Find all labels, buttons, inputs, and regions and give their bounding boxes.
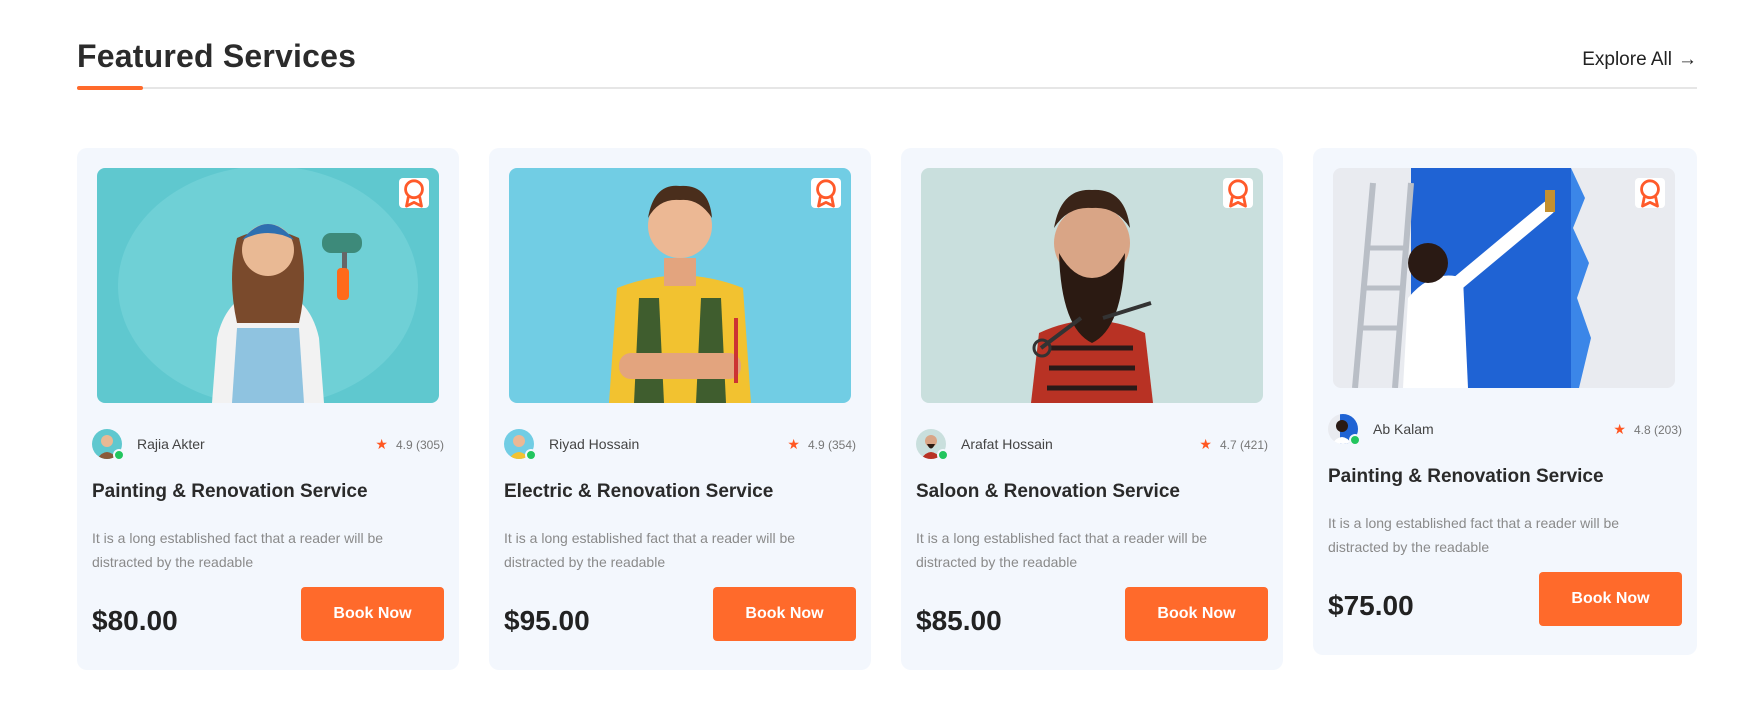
service-price: $75.00	[1328, 590, 1414, 621]
service-card[interactable]: Riyad Hossain ★ 4.9 (354) Electric & Reno…	[489, 148, 871, 670]
bookmark-button[interactable]	[811, 178, 841, 208]
badge-icon	[1640, 179, 1660, 208]
rating: ★ 4.7 (421)	[1199, 436, 1268, 453]
card-meta: Riyad Hossain ★ 4.9 (354)	[504, 429, 856, 461]
section-title: Featured Services	[77, 38, 357, 74]
badge-icon	[816, 179, 836, 208]
star-icon: ★	[375, 436, 388, 452]
service-title[interactable]: Saloon & Renovation Service	[916, 481, 1180, 503]
service-title[interactable]: Painting & Renovation Service	[1328, 466, 1604, 488]
rating: ★ 4.8 (203)	[1613, 421, 1682, 438]
book-now-button[interactable]: Book Now	[1125, 587, 1268, 641]
online-status-dot	[525, 449, 537, 461]
bookmark-button[interactable]	[1223, 178, 1253, 208]
book-now-button[interactable]: Book Now	[713, 587, 856, 641]
bookmark-button[interactable]	[399, 178, 429, 208]
rating-value: 4.9 (305)	[395, 438, 444, 452]
service-description: It is a long established fact that a rea…	[1328, 515, 1620, 555]
badge-icon	[404, 179, 424, 208]
card-meta: Rajia Akter ★ 4.9 (305)	[92, 429, 444, 461]
card-meta: Ab Kalam ★ 4.8 (203)	[1328, 414, 1682, 446]
explore-all-link[interactable]: Explore All →	[1582, 49, 1697, 71]
service-image[interactable]	[97, 168, 439, 403]
badge-icon	[1228, 179, 1248, 208]
service-image[interactable]	[921, 168, 1263, 403]
rating: ★ 4.9 (305)	[375, 436, 444, 453]
service-title[interactable]: Painting & Renovation Service	[92, 481, 368, 503]
provider-name[interactable]: Riyad Hossain	[549, 436, 639, 452]
service-price: $85.00	[916, 605, 1002, 636]
rating-value: 4.7 (421)	[1219, 438, 1268, 452]
service-description: It is a long established fact that a rea…	[92, 530, 384, 570]
service-card[interactable]: Ab Kalam ★ 4.8 (203) Painting & Renovatio…	[1313, 148, 1697, 655]
service-card[interactable]: Arafat Hossain ★ 4.7 (421) Saloon & Renov…	[901, 148, 1283, 670]
service-description: It is a long established fact that a rea…	[504, 530, 796, 570]
provider-name[interactable]: Rajia Akter	[137, 436, 205, 452]
service-image[interactable]	[1333, 168, 1675, 388]
provider-name[interactable]: Ab Kalam	[1373, 421, 1434, 437]
service-price: $80.00	[92, 605, 178, 636]
service-price: $95.00	[504, 605, 590, 636]
service-card[interactable]: Rajia Akter ★ 4.9 (305) Painting & Renova…	[77, 148, 459, 670]
online-status-dot	[113, 449, 125, 461]
section-header: Featured Services Explore All →	[77, 28, 1697, 92]
rating: ★ 4.9 (354)	[787, 436, 856, 453]
explore-all-label: Explore All	[1582, 49, 1672, 70]
header-divider	[77, 87, 1697, 89]
book-now-button[interactable]: Book Now	[301, 587, 444, 641]
online-status-dot	[937, 449, 949, 461]
rating-value: 4.8 (203)	[1633, 423, 1682, 437]
service-image[interactable]	[509, 168, 851, 403]
star-icon: ★	[1613, 421, 1626, 437]
arrow-right-icon: →	[1678, 49, 1697, 70]
service-description: It is a long established fact that a rea…	[916, 530, 1208, 570]
star-icon: ★	[787, 436, 800, 452]
book-now-button[interactable]: Book Now	[1539, 572, 1682, 626]
header-accent-bar	[77, 86, 143, 90]
card-meta: Arafat Hossain ★ 4.7 (421)	[916, 429, 1268, 461]
star-icon: ★	[1199, 436, 1212, 452]
service-title[interactable]: Electric & Renovation Service	[504, 481, 773, 503]
bookmark-button[interactable]	[1635, 178, 1665, 208]
rating-value: 4.9 (354)	[807, 438, 856, 452]
provider-name[interactable]: Arafat Hossain	[961, 436, 1053, 452]
online-status-dot	[1349, 434, 1361, 446]
